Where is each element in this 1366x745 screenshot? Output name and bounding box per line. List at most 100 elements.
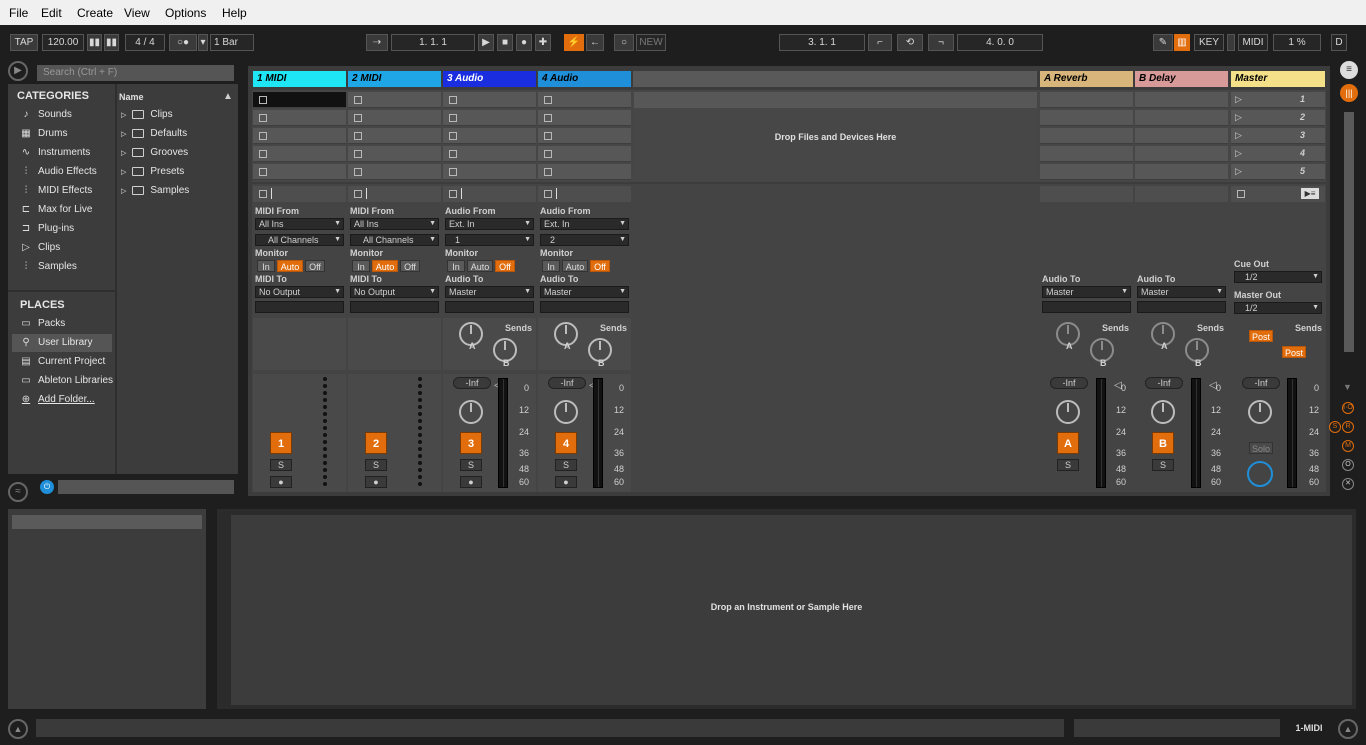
- track-header-3[interactable]: 3 Audio: [443, 71, 536, 87]
- scene-play-icon[interactable]: ▷: [1235, 130, 1242, 141]
- category-plugins[interactable]: ⊐ Plug-ins: [20, 223, 74, 234]
- output-type-dropdown[interactable]: No Output: [350, 286, 439, 298]
- monitor-off-button[interactable]: Off: [590, 260, 610, 272]
- clip-slot[interactable]: [253, 164, 346, 180]
- monitor-off-button[interactable]: Off: [305, 260, 325, 272]
- stop-all-clips-icon[interactable]: [1237, 190, 1245, 198]
- clip-slot[interactable]: [1040, 128, 1133, 144]
- place-user-library[interactable]: ⚲ User Library: [20, 337, 92, 348]
- clip-slot[interactable]: [538, 128, 631, 144]
- monitor-in-button[interactable]: In: [542, 260, 560, 272]
- follow-icon[interactable]: ⇢: [366, 34, 388, 51]
- preview-volume-knob[interactable]: [1247, 461, 1273, 487]
- loop-start-field[interactable]: 3. 1. 1: [779, 34, 865, 51]
- input-channel-dropdown[interactable]: 2: [540, 234, 629, 246]
- solo-button[interactable]: S: [270, 459, 292, 471]
- clip-slot[interactable]: [1040, 110, 1133, 126]
- monitor-auto-button[interactable]: Auto: [467, 260, 493, 272]
- clip-slot[interactable]: [1135, 146, 1228, 162]
- scene-launch[interactable]: ▷ 4: [1231, 146, 1325, 162]
- clip-slot[interactable]: [253, 92, 346, 108]
- add-folder-link[interactable]: ⊕ Add Folder...: [20, 394, 95, 405]
- return-activator-button[interactable]: A: [1057, 432, 1079, 454]
- scene-launch[interactable]: ▷ 2: [1231, 110, 1325, 126]
- monitor-in-button[interactable]: In: [257, 260, 275, 272]
- input-type-dropdown[interactable]: All Ins: [255, 218, 344, 230]
- clip-slot[interactable]: [253, 146, 346, 162]
- clip-stop-icon[interactable]: [259, 168, 267, 176]
- volume-readout[interactable]: -Inf: [453, 377, 491, 389]
- detail-toggle-icon[interactable]: ▲: [1338, 719, 1358, 739]
- clip-stop-icon[interactable]: [354, 132, 362, 140]
- loop-length-field[interactable]: 4. 0. 0: [957, 34, 1043, 51]
- clip-slot[interactable]: [1135, 128, 1228, 144]
- scene-launch[interactable]: ▷ 5: [1231, 164, 1325, 180]
- clip-stop-icon[interactable]: [544, 96, 552, 104]
- input-type-dropdown[interactable]: Ext. In: [540, 218, 629, 230]
- computer-keyboard-icon[interactable]: ▥: [1174, 34, 1190, 51]
- stop-clips-icon[interactable]: [354, 190, 362, 198]
- session-scrollbar[interactable]: [1344, 112, 1354, 352]
- input-channel-dropdown[interactable]: All Channels: [350, 234, 439, 246]
- folder-defaults[interactable]: ▷ Defaults: [121, 128, 187, 139]
- place-current-project[interactable]: ▤ Current Project: [20, 356, 105, 367]
- clip-slot[interactable]: [1040, 146, 1133, 162]
- clip-slot[interactable]: [1040, 92, 1133, 108]
- browser-toggle-icon[interactable]: ▶: [8, 61, 28, 81]
- metronome-menu-icon[interactable]: ▾: [198, 34, 208, 51]
- stop-clips-icon[interactable]: [449, 190, 457, 198]
- folder-presets[interactable]: ▷ Presets: [121, 166, 184, 177]
- solo-button[interactable]: S: [555, 459, 577, 471]
- clip-slot[interactable]: [348, 110, 441, 126]
- delay-toggle-icon[interactable]: ✕: [1342, 478, 1354, 490]
- return-output-dropdown[interactable]: Master: [1042, 286, 1131, 298]
- track-header-1[interactable]: 1 MIDI: [253, 71, 346, 87]
- output-type-dropdown[interactable]: Master: [540, 286, 629, 298]
- menu-icon[interactable]: ≡: [1340, 61, 1358, 79]
- return-header-b[interactable]: B Delay: [1135, 71, 1228, 87]
- arrangement-position[interactable]: 1. 1. 1: [391, 34, 475, 51]
- scene-launch[interactable]: ▷ 1: [1231, 92, 1325, 108]
- input-channel-dropdown[interactable]: 1: [445, 234, 534, 246]
- clip-stop-icon[interactable]: [354, 114, 362, 122]
- scene-play-icon[interactable]: ▷: [1235, 94, 1242, 105]
- track-activator-button[interactable]: 4: [555, 432, 577, 454]
- track-activator-button[interactable]: 1: [270, 432, 292, 454]
- clip-stop-icon[interactable]: [449, 168, 457, 176]
- nudge-down-icon[interactable]: ▮▮: [87, 34, 102, 51]
- draw-mode-icon[interactable]: ✎: [1153, 34, 1173, 51]
- track-header-2[interactable]: 2 MIDI: [348, 71, 441, 87]
- volume-readout[interactable]: -Inf: [548, 377, 586, 389]
- menu-help[interactable]: Help: [222, 6, 247, 20]
- expand-arrow-icon[interactable]: ▷: [121, 130, 126, 138]
- clip-stop-icon[interactable]: [259, 114, 267, 122]
- scene-play-icon[interactable]: ▷: [1235, 112, 1242, 123]
- arm-button[interactable]: ●: [460, 476, 482, 488]
- loop-record-icon[interactable]: ○: [614, 34, 634, 51]
- track-header-4[interactable]: 4 Audio: [538, 71, 631, 87]
- play-button[interactable]: ▶: [478, 34, 494, 51]
- place-ableton-libraries[interactable]: ▭ Ableton Libraries: [20, 375, 115, 386]
- clip-slot[interactable]: [538, 164, 631, 180]
- quantize-dropdown[interactable]: 1 Bar: [210, 34, 254, 51]
- return-output-dropdown[interactable]: Master: [1137, 286, 1226, 298]
- device-view[interactable]: Drop an Instrument or Sample Here: [217, 509, 1356, 709]
- clip-stop-icon[interactable]: [354, 168, 362, 176]
- category-instruments[interactable]: ∿ Instruments: [20, 147, 90, 158]
- stop-button[interactable]: ■: [497, 34, 513, 51]
- monitor-auto-button[interactable]: Auto: [277, 260, 303, 272]
- monitor-in-button[interactable]: In: [352, 260, 370, 272]
- sends-toggle-icon[interactable]: S: [1329, 421, 1341, 433]
- session-record-icon[interactable]: ✚: [535, 34, 551, 51]
- clip-stop-icon[interactable]: [544, 168, 552, 176]
- clip-stop-icon[interactable]: [259, 132, 267, 140]
- monitor-off-button[interactable]: Off: [400, 260, 420, 272]
- category-midi-effects[interactable]: ⫶ MIDI Effects: [20, 185, 93, 196]
- output-channel-field[interactable]: [350, 301, 439, 313]
- output-channel-field[interactable]: [540, 301, 629, 313]
- midi-map-button[interactable]: MIDI: [1238, 34, 1268, 51]
- solo-button[interactable]: S: [1057, 459, 1079, 471]
- clip-slot[interactable]: [253, 110, 346, 126]
- output-type-dropdown[interactable]: Master: [445, 286, 534, 298]
- info-toggle-icon[interactable]: ▲: [8, 719, 28, 739]
